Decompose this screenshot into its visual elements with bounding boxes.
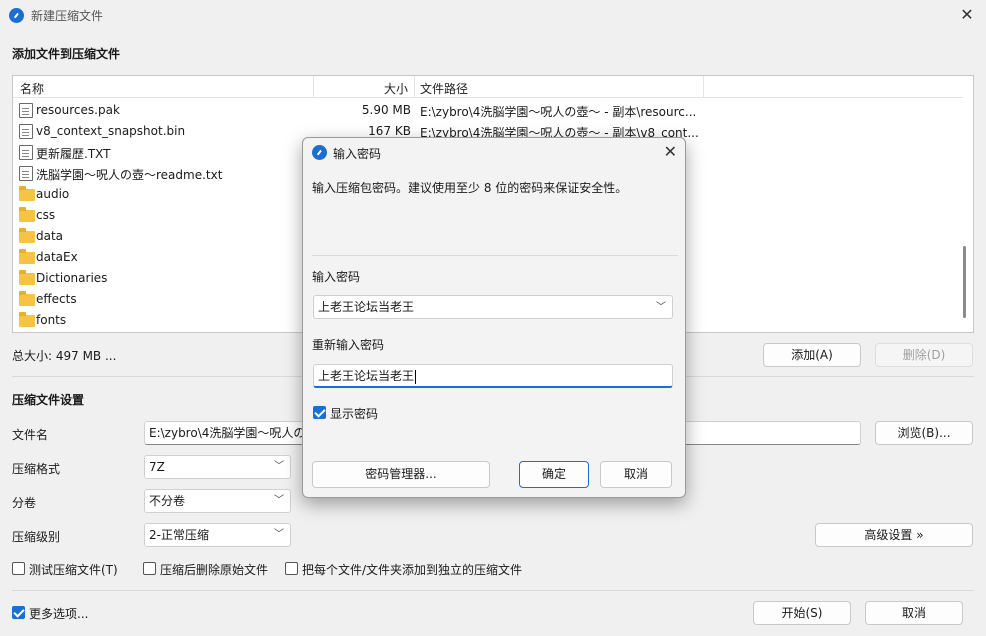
delete-button[interactable]: 删除(D) — [875, 343, 973, 367]
add-files-heading: 添加文件到压缩文件 — [12, 47, 121, 61]
item-size: 167 KB — [368, 124, 411, 138]
item-path: E:\zybro\4洗脳学園～呪人の壺～ - 副本\resourc... — [420, 105, 697, 119]
password-label: 输入密码 — [312, 270, 361, 284]
folder-icon — [19, 228, 35, 243]
scrollbar-thumb[interactable] — [963, 246, 966, 318]
delete-after-label: 压缩后删除原始文件 — [160, 563, 269, 577]
more-options-checkbox[interactable] — [12, 606, 25, 619]
test-archive-label: 测试压缩文件(T) — [29, 563, 118, 577]
app-logo-icon — [312, 145, 327, 160]
level-select[interactable]: 2-正常压缩 ﹀ — [144, 523, 291, 547]
item-name: 更新履歴.TXT — [36, 147, 111, 161]
dialog-close-icon[interactable]: ✕ — [664, 142, 677, 161]
separate-archives-checkbox[interactable] — [285, 562, 298, 575]
more-options-label: 更多选项... — [29, 607, 89, 621]
file-icon — [19, 103, 33, 118]
level-label: 压缩级别 — [12, 530, 61, 544]
delete-after-checkbox[interactable] — [143, 562, 156, 575]
filename-label: 文件名 — [12, 428, 49, 442]
item-name: fonts — [36, 313, 67, 327]
item-name: data — [36, 229, 64, 243]
dialog-cancel-button[interactable]: 取消 — [600, 461, 672, 488]
format-label: 压缩格式 — [12, 462, 61, 476]
advanced-settings-button[interactable]: 高级设置 » — [815, 523, 973, 547]
file-icon — [19, 145, 33, 160]
add-button[interactable]: 添加(A) — [763, 343, 861, 367]
window-title: 新建压缩文件 — [31, 9, 104, 23]
column-path[interactable]: 文件路径 — [420, 80, 468, 97]
title-bar: 新建压缩文件 ✕ — [0, 0, 986, 30]
new-archive-window: 新建压缩文件 ✕ 添加文件到压缩文件 名称 大小 文件路径 resources.… — [0, 0, 986, 636]
test-archive-checkbox[interactable] — [12, 562, 25, 575]
dialog-hint: 输入压缩包密码。建议使用至少 8 位的密码来保证安全性。 — [312, 181, 628, 195]
item-size: 5.90 MB — [361, 103, 411, 117]
folder-icon — [19, 249, 35, 264]
list-item[interactable]: resources.pak 5.90 MB E:\zybro\4洗脳学園～呪人の壺～… — [13, 100, 963, 121]
file-icon — [19, 124, 33, 139]
ok-button[interactable]: 确定 — [519, 461, 589, 488]
browse-button[interactable]: 浏览(B)... — [875, 421, 973, 445]
chevron-down-icon[interactable]: ﹀ — [656, 297, 666, 318]
folder-icon — [19, 207, 35, 222]
format-select[interactable]: 7Z ﹀ — [144, 455, 291, 479]
item-name: effects — [36, 292, 77, 306]
item-name: audio — [36, 187, 70, 201]
folder-icon — [19, 270, 35, 285]
password-manager-button[interactable]: 密码管理器... — [312, 461, 490, 488]
folder-icon — [19, 186, 35, 201]
start-button[interactable]: 开始(S) — [753, 601, 851, 625]
item-name: Dictionaries — [36, 271, 108, 285]
close-icon[interactable]: ✕ — [958, 6, 976, 24]
list-header: 名称 大小 文件路径 — [13, 76, 963, 98]
password-input[interactable]: 上老王论坛当老王 ﹀ — [313, 295, 673, 319]
item-name: resources.pak — [36, 103, 120, 117]
volume-select[interactable]: 不分卷 ﹀ — [144, 489, 291, 513]
confirm-password-input[interactable]: 上老王论坛当老王 — [313, 364, 673, 388]
file-icon — [19, 166, 33, 181]
total-size: 总大小: 497 MB ... — [12, 349, 117, 363]
column-size[interactable]: 大小 — [384, 80, 408, 97]
item-name: 洗脳学園～呪人の壺～readme.txt — [36, 168, 223, 182]
chevron-down-icon: ﹀ — [274, 495, 284, 506]
chevron-down-icon: ﹀ — [274, 461, 284, 472]
volume-label: 分卷 — [12, 496, 37, 510]
show-password-checkbox[interactable] — [313, 406, 326, 419]
chevron-down-icon: ﹀ — [274, 529, 284, 540]
item-name: v8_context_snapshot.bin — [36, 124, 186, 138]
folder-icon — [19, 312, 35, 327]
separate-archives-label: 把每个文件/文件夹添加到独立的压缩文件 — [302, 563, 523, 577]
show-password-label: 显示密码 — [330, 407, 379, 421]
column-name[interactable]: 名称 — [20, 80, 44, 97]
dialog-title: 输入密码 — [333, 147, 382, 161]
folder-icon — [19, 291, 35, 306]
cancel-button[interactable]: 取消 — [865, 601, 963, 625]
app-logo-icon — [9, 8, 24, 23]
confirm-password-label: 重新输入密码 — [312, 338, 385, 352]
item-name: dataEx — [36, 250, 78, 264]
settings-heading: 压缩文件设置 — [12, 393, 85, 407]
password-dialog: 输入密码 ✕ 输入压缩包密码。建议使用至少 8 位的密码来保证安全性。 输入密码… — [302, 137, 686, 498]
item-name: css — [36, 208, 56, 222]
